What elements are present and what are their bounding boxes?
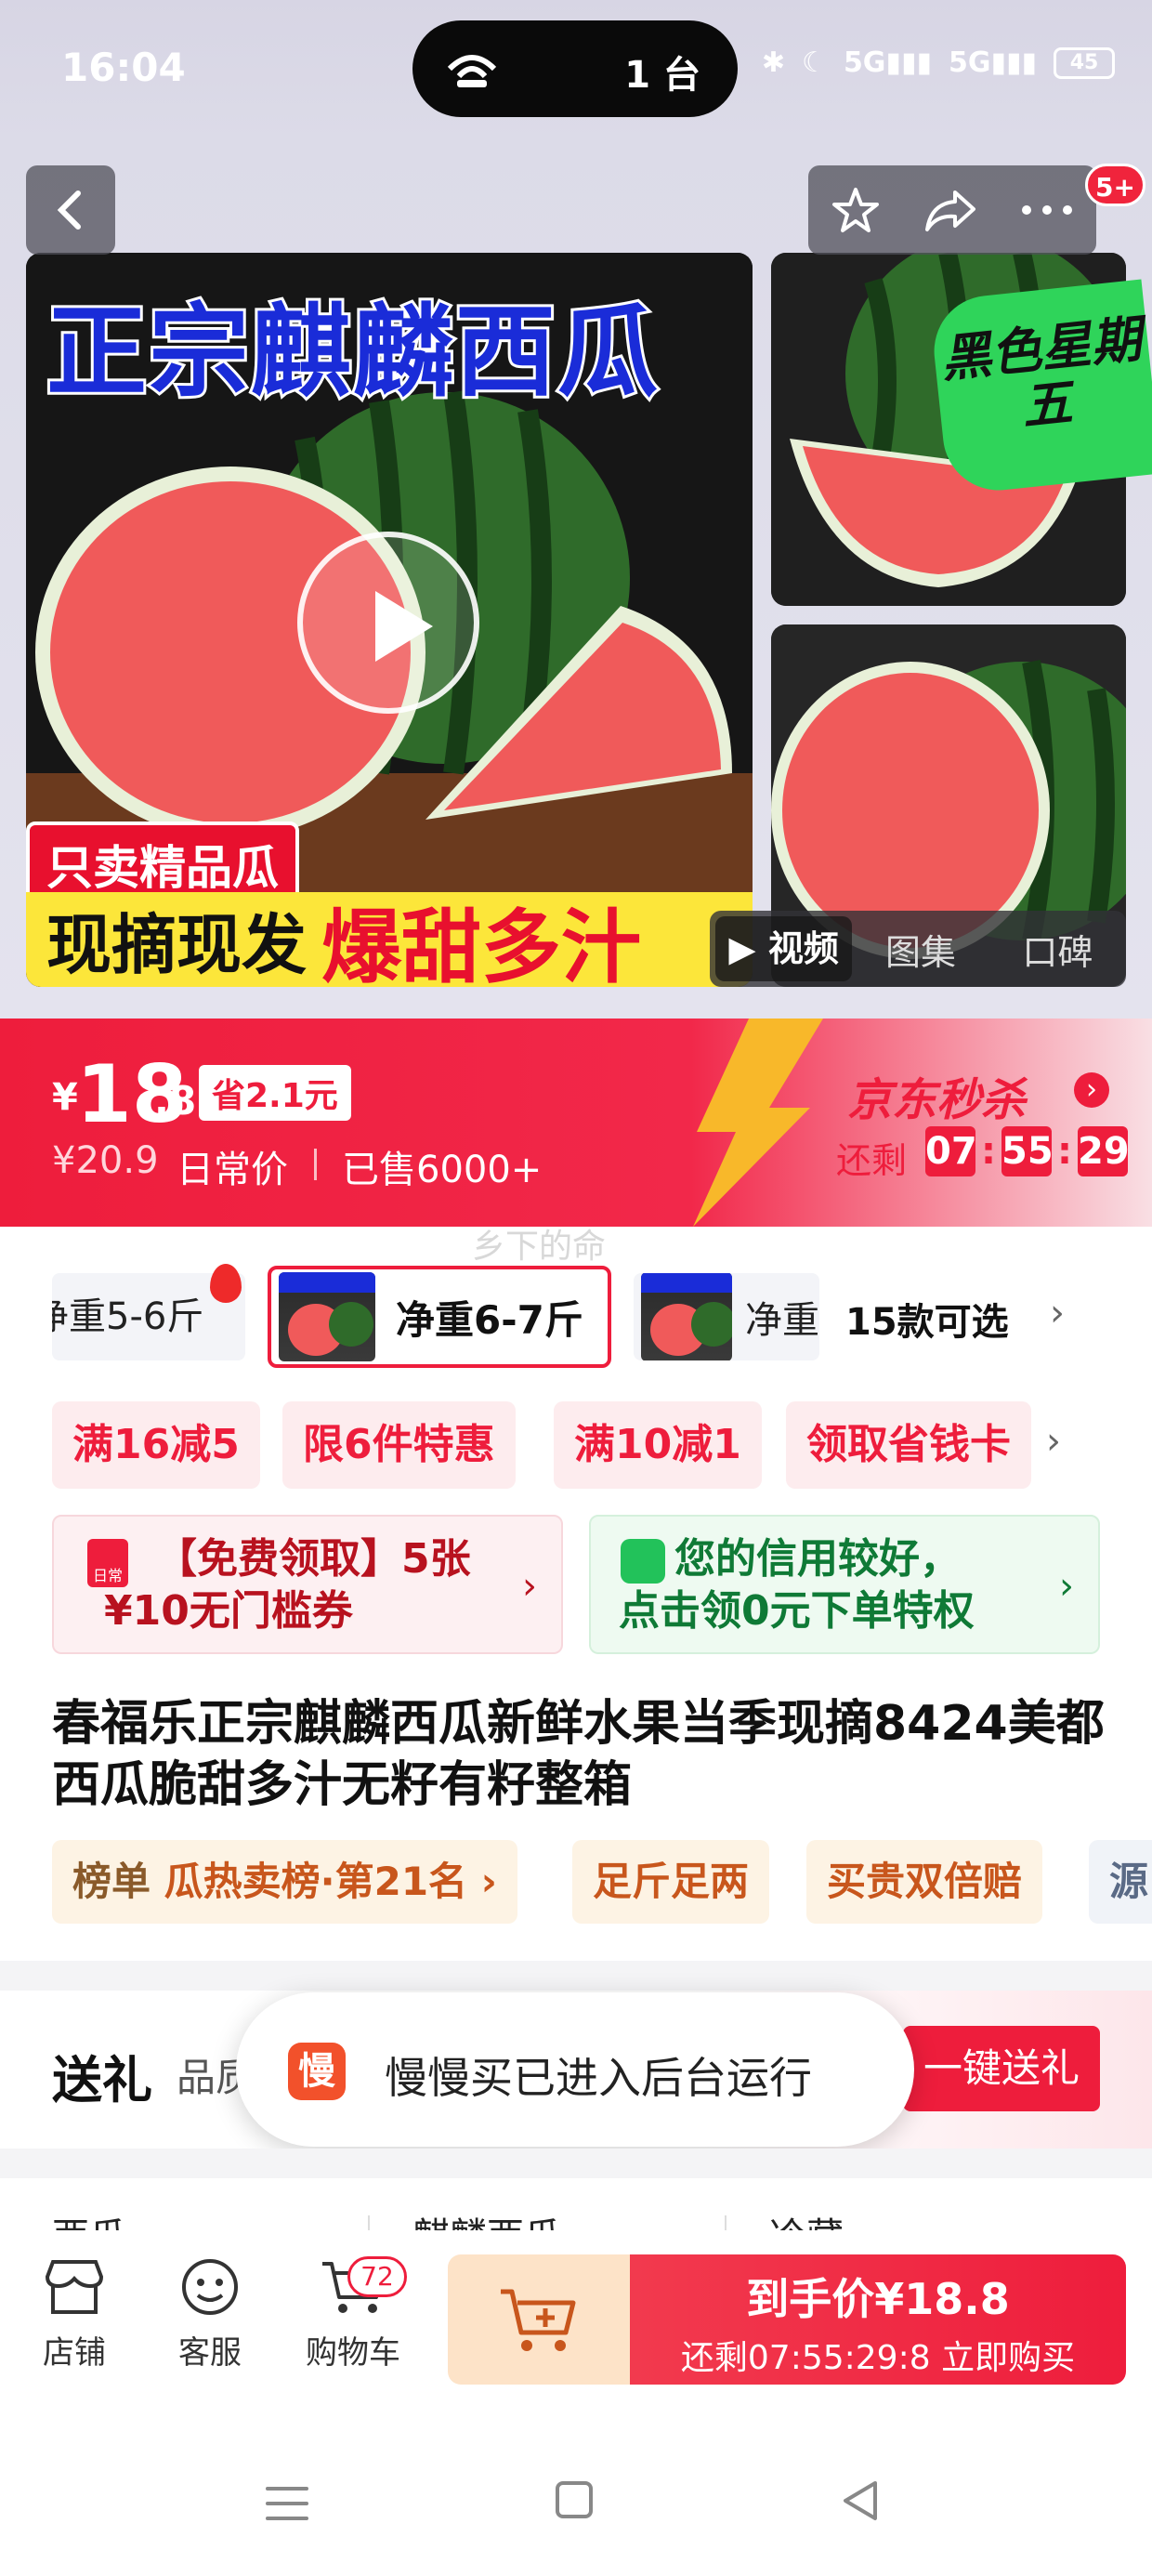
moon-icon: ☾ xyxy=(802,46,827,79)
chevron-right-icon[interactable]: › xyxy=(1046,1420,1061,1463)
hotspot-icon xyxy=(447,55,497,87)
home-icon[interactable] xyxy=(556,2481,593,2518)
rank-tag[interactable]: 榜单 瓜热卖榜·第21名 › xyxy=(52,1840,517,1924)
watermark: 乡下的命 xyxy=(472,1228,607,1266)
cart-count-badge: 72 xyxy=(347,2256,407,2297)
timer-hours: 07 xyxy=(925,1126,977,1176)
add-to-cart-button[interactable] xyxy=(448,2254,630,2385)
app-icon: 慢 xyxy=(288,2043,346,2100)
top-actions xyxy=(808,165,1096,255)
remain-label: 还剩 xyxy=(836,1140,908,1181)
slogan-sweet: 爆甜多汁 xyxy=(321,900,641,988)
chevron-right-icon: › xyxy=(522,1565,537,1608)
hot-flame-icon xyxy=(210,1264,242,1303)
variant-selector: 净重5-6斤 净重6-7斤 净重 15款可选 › xyxy=(52,1264,1152,1368)
chevron-left-icon xyxy=(57,191,81,230)
variant-thumbnail xyxy=(641,1273,732,1360)
chevron-right-icon[interactable]: › xyxy=(1074,1072,1109,1108)
tab-video[interactable]: ▶ 视频 xyxy=(715,916,853,981)
variant-label: 净重6-7斤 xyxy=(396,1296,583,1343)
service-button[interactable]: 客服 xyxy=(154,2256,266,2372)
buy-price: 到手价¥18.8 xyxy=(746,2274,1010,2324)
credit-card[interactable]: 您的信用较好， 点击领0元下单特权 › xyxy=(589,1515,1100,1654)
menu-icon[interactable] xyxy=(266,2487,308,2531)
promo-chip[interactable]: 领取省钱卡 xyxy=(786,1401,1031,1489)
status-bar: 16:04 1 台 ✱ ☾ 5G▮▮▮ 5G▮▮▮ 45 xyxy=(0,0,1152,139)
battery-icon: 45 xyxy=(1054,46,1115,79)
lightning-icon xyxy=(693,1019,823,1227)
coupon-text: 【免费领取】5张 ¥10无门槛券 xyxy=(104,1535,471,1635)
clock: 16:04 xyxy=(61,45,186,90)
variants-count[interactable]: 15款可选 xyxy=(845,1292,1009,1346)
back-button[interactable] xyxy=(26,165,115,255)
divider xyxy=(0,1961,1152,1991)
variant-6-7-selected[interactable]: 净重6-7斤 xyxy=(268,1266,611,1368)
bottom-action-bar: 店铺 客服 购物车 72 到手价¥18.8 还剩07:55:29:8 立即购买 xyxy=(0,2230,1152,2412)
device-count: 1 台 xyxy=(624,54,700,97)
tag-origin[interactable]: 源 xyxy=(1089,1840,1152,1924)
dynamic-island[interactable]: 1 台 xyxy=(412,20,738,117)
bluetooth-icon: ✱ xyxy=(761,46,786,79)
original-price: ¥20.9 xyxy=(52,1139,159,1182)
coupon-icon: 日常 xyxy=(87,1539,128,1587)
store-icon xyxy=(45,2260,104,2314)
back-triangle-icon[interactable] xyxy=(840,2479,881,2522)
price-currency: ¥ xyxy=(52,1076,78,1119)
variant-label: 净重 xyxy=(745,1299,819,1342)
countdown-timer: 07 : 55 : 29 xyxy=(925,1126,1130,1176)
timer-seconds: 29 xyxy=(1078,1126,1130,1176)
flash-sale-title[interactable]: 京东秒杀 xyxy=(847,1063,1026,1128)
background-toast: 慢 慢慢买已进入后台运行 xyxy=(236,1992,914,2147)
product-gallery[interactable]: 正宗麒麟西瓜 只卖精品瓜 现摘现发 爆甜多汁 黑色星期五 ▶ 视频 图集 口碑 xyxy=(0,139,1152,1019)
signal-icon-2: 5G▮▮▮ xyxy=(948,46,1037,79)
status-icons: ✱ ☾ 5G▮▮▮ 5G▮▮▮ 45 xyxy=(762,46,1115,79)
promo-chip[interactable]: 满16减5 xyxy=(52,1401,260,1489)
variant-next[interactable]: 净重 xyxy=(634,1273,819,1360)
banner-slogan: 现摘现发 爆甜多汁 xyxy=(26,892,753,987)
buy-countdown: 还剩07:55:29:8 立即购买 xyxy=(680,2339,1076,2377)
credit-text: 您的信用较好， 点击领0元下单特权 xyxy=(619,1535,975,1635)
price-band: ¥ 18 .8 省2.1元 ¥20.9 日常价 已售6000+ 京东秒杀 › 还… xyxy=(0,1019,1152,1227)
slogan-fresh: 现摘现发 xyxy=(46,906,307,983)
divider xyxy=(314,1149,317,1180)
sold-count: 已售6000+ xyxy=(342,1149,543,1191)
chat-smile-icon xyxy=(182,2259,238,2315)
save-badge: 省2.1元 xyxy=(199,1065,351,1121)
store-button[interactable]: 店铺 xyxy=(19,2256,130,2372)
tab-reviews[interactable]: 口碑 xyxy=(989,924,1126,975)
play-icon[interactable] xyxy=(297,532,479,714)
timer-minutes: 55 xyxy=(1001,1126,1054,1176)
promo-chip[interactable]: 限6件特惠 xyxy=(282,1401,516,1489)
share-icon[interactable] xyxy=(923,187,977,233)
product-tags: 榜单 瓜热卖榜·第21名 › 足斤足两 买贵双倍赔 源 xyxy=(52,1840,1152,1924)
chevron-right-icon: › xyxy=(1059,1565,1074,1608)
tab-gallery[interactable]: 图集 xyxy=(852,924,988,975)
tag-full-weight[interactable]: 足斤足两 xyxy=(572,1840,770,1924)
promo-chips: 满16减5 限6件特惠 满10减1 领取省钱卡 xyxy=(52,1401,1148,1489)
promo-chip[interactable]: 满10减1 xyxy=(554,1401,762,1489)
price-decimal: .8 xyxy=(154,1078,197,1124)
buy-now-button[interactable]: 到手价¥18.8 还剩07:55:29:8 立即购买 xyxy=(630,2254,1126,2385)
notification-badge: 5+ xyxy=(1085,164,1145,206)
black-friday-badge: 黑色星期五 xyxy=(928,279,1152,496)
coupon-card[interactable]: 日常 【免费领取】5张 ¥10无门槛券 › xyxy=(52,1515,563,1654)
system-nav-bar xyxy=(0,2412,1152,2576)
add-cart-icon xyxy=(501,2289,576,2351)
original-price-label: 日常价 xyxy=(177,1149,288,1191)
chevron-right-icon[interactable]: › xyxy=(1050,1292,1065,1334)
bag-icon xyxy=(621,1539,665,1584)
divider xyxy=(0,2149,1152,2178)
main-product-video[interactable]: 正宗麒麟西瓜 只卖精品瓜 现摘现发 爆甜多汁 xyxy=(26,253,753,987)
signal-icon: 5G▮▮▮ xyxy=(843,46,932,79)
gift-title: 送礼 xyxy=(52,2051,152,2109)
gift-button[interactable]: 一键送礼 xyxy=(903,2026,1100,2111)
banner-title: 正宗麒麟西瓜 xyxy=(44,292,661,414)
toast-text: 慢慢买已进入后台运行 xyxy=(385,2053,812,2103)
more-icon[interactable] xyxy=(1019,204,1075,217)
variant-thumbnail xyxy=(279,1272,375,1361)
media-tabs: ▶ 视频 图集 口碑 xyxy=(710,911,1126,987)
product-title: 春福乐正宗麒麟西瓜新鲜水果当季现摘8424美都西瓜脆甜多汁无籽有籽整箱 xyxy=(52,1696,1105,1813)
star-icon[interactable] xyxy=(830,184,882,236)
tag-double-refund[interactable]: 买贵双倍赔 xyxy=(806,1840,1043,1924)
